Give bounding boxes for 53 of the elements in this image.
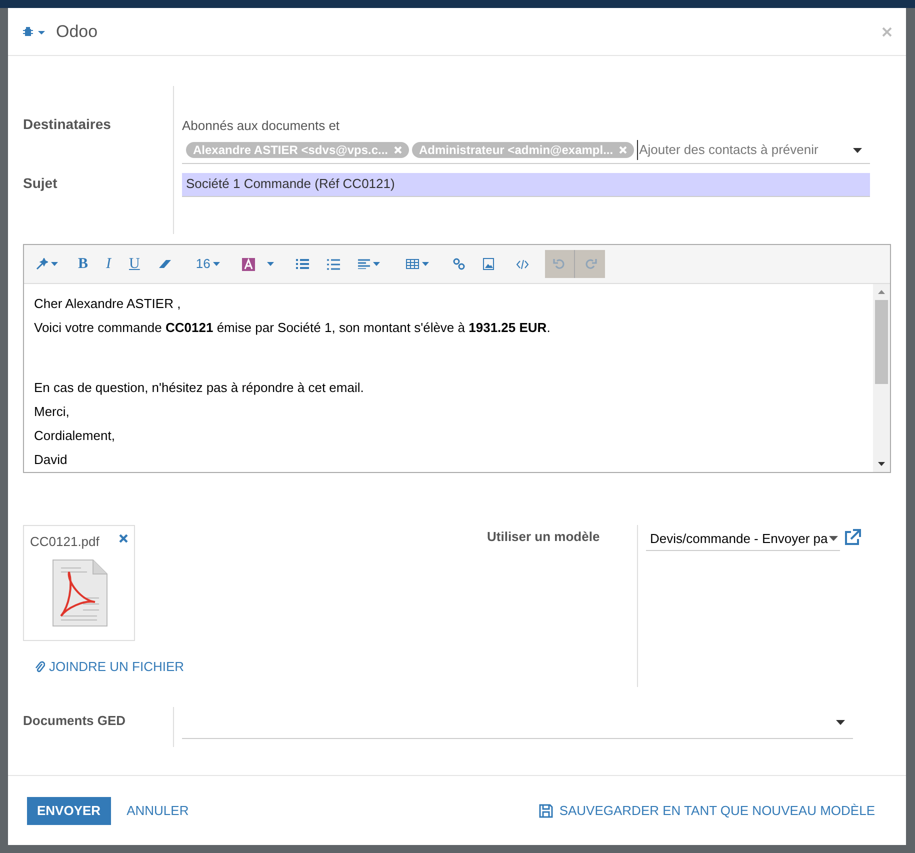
attach-file-link[interactable]: JOINDRE UN FICHIER: [49, 657, 184, 676]
attachment-name[interactable]: CC0121.pdf: [30, 534, 100, 549]
subject-field[interactable]: Société 1 Commande (Réf CC0121): [182, 172, 870, 196]
bug-icon[interactable]: [22, 26, 46, 38]
magic-wand-button[interactable]: [36, 258, 58, 270]
message-line: En cas de question, n'hésitez pas à répondre à cet email.: [34, 379, 365, 397]
image-button[interactable]: [483, 258, 494, 270]
scroll-up-icon[interactable]: [878, 290, 885, 294]
bold-button[interactable]: B: [78, 252, 88, 276]
template-select[interactable]: Devis/commande - Envoyer pa: [646, 527, 840, 551]
text-color-button[interactable]: [242, 258, 274, 270]
send-button[interactable]: ENVOYER: [27, 796, 111, 824]
paperclip-icon: [35, 660, 45, 673]
scrollbar[interactable]: [873, 284, 890, 472]
dialog-title: Odoo: [56, 20, 98, 43]
message-line: Cher Alexandre ASTIER ,: [34, 295, 182, 313]
code-view-button[interactable]: [516, 260, 530, 268]
caret-icon: [829, 536, 838, 541]
cancel-button[interactable]: ANNULER: [126, 800, 189, 820]
link-button[interactable]: [453, 258, 466, 270]
recipients-intro: Abonnés aux documents et: [182, 117, 341, 135]
save-template-button[interactable]: SAUVEGARDER EN TANT QUE NOUVEAU MODÈLE: [539, 800, 875, 820]
caret-icon: [836, 720, 845, 725]
italic-button[interactable]: I: [106, 252, 112, 276]
undo-icon: [553, 258, 566, 270]
numbered-list-button[interactable]: [327, 258, 340, 270]
caret-icon: [373, 262, 380, 266]
field-label: Sujet: [23, 174, 58, 193]
caret-icon: [267, 262, 274, 266]
message-line: Voici votre commande CC0121 émise par Société 1, son montant s'élève à 1931.25 EUR.: [34, 319, 552, 337]
remove-icon[interactable]: [119, 534, 128, 543]
field-label: Utiliser un modèle: [487, 528, 601, 546]
bullet-list-button[interactable]: [296, 259, 310, 269]
recipients-field[interactable]: Alexandre ASTIER <sdvs@vps.c... Administrateur <admin@exampl... Ajouter des contacts à prévenir: [182, 138, 870, 164]
scrollbar-thumb[interactable]: [875, 300, 888, 384]
redo-icon: [584, 258, 597, 270]
external-link-icon[interactable]: [843, 529, 861, 547]
caret-icon: [51, 262, 58, 266]
editor-body[interactable]: Cher Alexandre ASTIER , Voici votre commande CC0121 émise par Société 1, son montant s'élève à 1931.25 EUR. En cas de question, n'hésitez pas à répondre à cet email. Merci, Cordialement, David: [24, 284, 873, 472]
scroll-down-icon[interactable]: [878, 462, 885, 466]
message-line: David: [34, 451, 68, 469]
eraser-button[interactable]: [158, 259, 172, 269]
field-label: Destinataires: [23, 115, 112, 134]
caret-icon[interactable]: [853, 148, 862, 152]
align-button[interactable]: [358, 259, 380, 269]
caret-icon: [422, 262, 430, 266]
message-line: Cordialement,: [34, 427, 116, 445]
caret-icon: [213, 262, 220, 266]
message-line: Merci,: [34, 403, 70, 421]
font-size-button[interactable]: 16: [196, 254, 220, 274]
table-button[interactable]: [406, 259, 430, 269]
field-label: Documents GED: [23, 707, 174, 747]
underline-button[interactable]: U: [129, 252, 140, 276]
